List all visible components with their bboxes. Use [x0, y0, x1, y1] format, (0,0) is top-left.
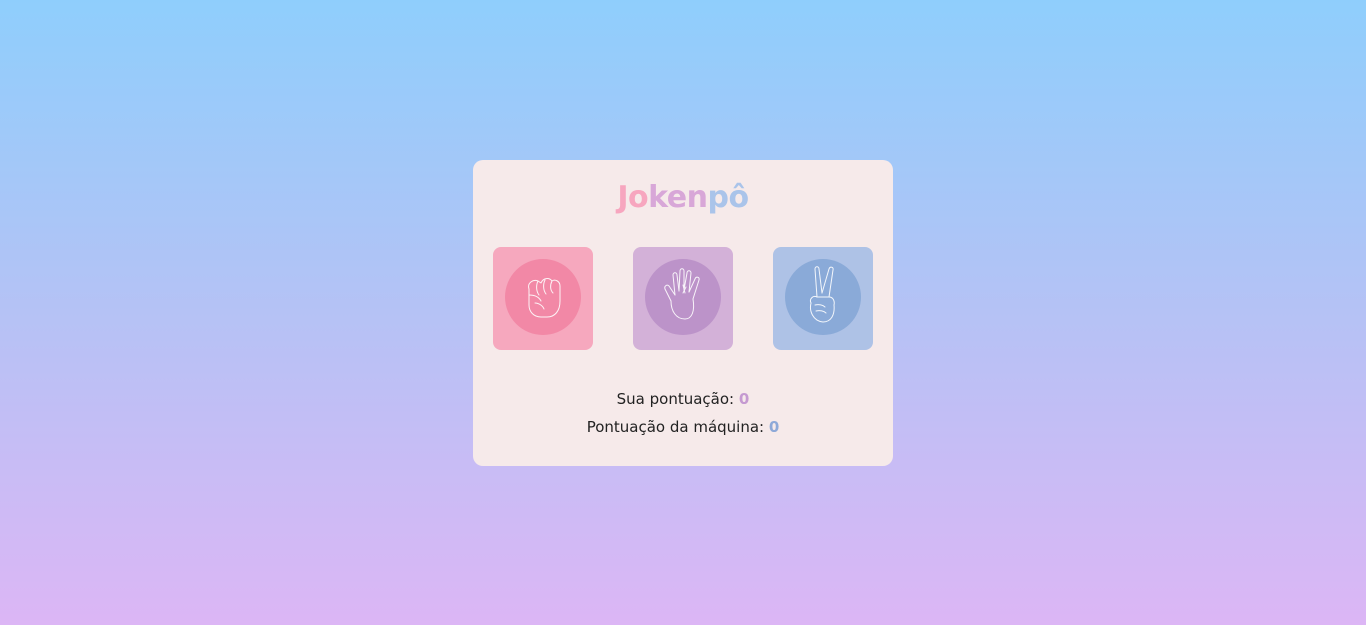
title-part-3: pô [707, 180, 750, 215]
title-part-1: Jo [617, 180, 649, 215]
open-hand-icon [664, 268, 700, 320]
machine-score-label: Pontuação da máquina: [586, 418, 765, 436]
user-score-line: Sua pontuação: 0 [473, 388, 893, 416]
machine-score-value: 0 [768, 418, 780, 436]
paper-circle [645, 259, 721, 335]
game-title: Jokenpô [473, 180, 893, 215]
peace-hand-icon [810, 266, 835, 323]
fist-hand-icon [528, 278, 561, 318]
choices-row [493, 247, 873, 350]
scissors-button[interactable] [773, 247, 873, 350]
rock-button[interactable] [493, 247, 593, 350]
score-panel: Sua pontuação: 0 Pontuação da máquina: 0 [473, 388, 893, 444]
game-card: Jokenpô Sua pontuação: 0 Pontuação da má… [473, 160, 893, 466]
user-score-value: 0 [738, 390, 750, 408]
paper-button[interactable] [633, 247, 733, 350]
scissors-circle [785, 259, 861, 335]
user-score-label: Sua pontuação: [616, 390, 735, 408]
title-part-2: ken [648, 180, 708, 215]
machine-score-line: Pontuação da máquina: 0 [473, 416, 893, 444]
rock-circle [505, 259, 581, 335]
